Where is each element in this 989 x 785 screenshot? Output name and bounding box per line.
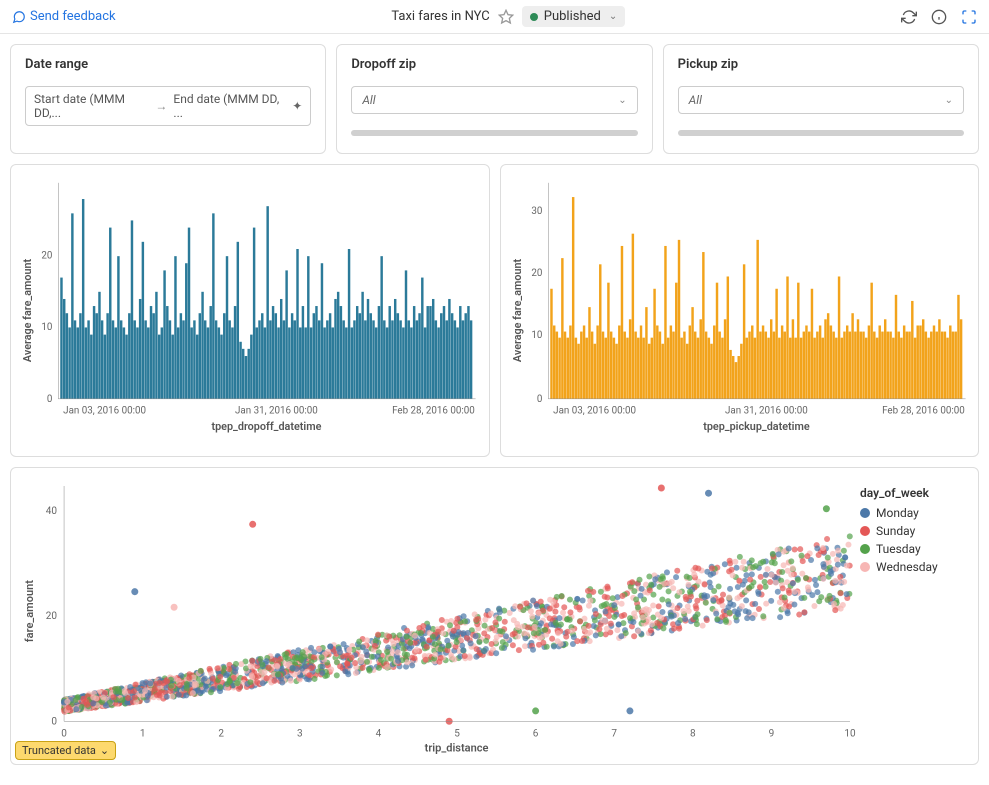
filter-scrubber[interactable] [351,130,637,136]
ytick: 40 [46,506,58,517]
bar-chart-svg: 0 10 20 Average fare_amount Jan 03, 2016… [19,173,481,448]
end-date-placeholder: End date (MMM DD, ... [173,92,286,120]
svg-text:8: 8 [690,728,696,739]
xtick: Jan 03, 2016 00:00 [63,406,146,417]
ytick: 10 [531,330,542,341]
x-axis-label: tpep_dropoff_datetime [211,420,321,433]
send-feedback-link[interactable]: Send feedback [12,9,116,24]
chart-scatter: 0 20 40 fare_amount 0 1 2 3 4 5 6 7 8 9 10 trip_di… [10,467,979,765]
bar-charts-row: 0 10 20 Average fare_amount Jan 03, 2016… [0,164,989,467]
legend-item[interactable]: Sunday [860,524,970,538]
arrow-right-icon: → [155,99,167,113]
filter-pickup-zip: Pickup zip All ⌄ [663,44,979,154]
date-range-input[interactable]: Start date (MMM DD,... → End date (MMM D… [25,86,311,126]
legend-label: Sunday [876,524,915,538]
xtick: Feb 28, 2016 00:00 [882,406,965,417]
svg-text:6: 6 [533,728,539,739]
sparkle-icon[interactable]: ✦ [292,99,302,113]
legend-dot-icon [860,562,870,572]
filter-label: Dropoff zip [351,57,637,72]
comment-icon [12,10,26,24]
legend-dot-icon [860,526,870,536]
svg-text:1: 1 [140,728,146,739]
legend-item[interactable]: Tuesday [860,542,970,556]
svg-text:10: 10 [844,728,856,739]
chevron-down-icon: ⌄ [945,95,953,106]
chart-pickup: 0 10 20 30 Average fare_amount Jan 03, 2… [500,164,980,457]
y-axis-label: Average fare_amount [510,258,523,362]
svg-text:7: 7 [611,728,617,739]
filters-row: Date range Start date (MMM DD,... → End … [0,34,989,164]
x-axis-label: trip_distance [425,741,489,754]
select-value: All [689,93,702,107]
info-icon[interactable] [931,9,947,25]
svg-text:5: 5 [454,728,460,739]
topbar: Send feedback Taxi fares in NYC Publishe… [0,0,989,34]
star-icon[interactable] [498,9,514,25]
svg-text:0: 0 [61,728,67,739]
select-value: All [362,93,375,107]
filter-date-range: Date range Start date (MMM DD,... → End … [10,44,326,154]
filter-label: Pickup zip [678,57,964,72]
filter-label: Date range [25,57,311,72]
xtick: Feb 28, 2016 00:00 [392,406,475,417]
filter-scrubber[interactable] [678,130,964,136]
ytick: 0 [51,716,57,727]
legend-label: Monday [876,506,919,520]
chevron-down-icon: ⌄ [100,744,109,757]
page-title: Taxi fares in NYC [391,9,489,24]
legend-label: Wednesday [876,560,938,574]
x-axis-label: tpep_pickup_datetime [703,420,810,433]
ytick: 20 [46,611,58,622]
legend-label: Tuesday [876,542,921,556]
publish-status-pill[interactable]: Published ⌄ [522,6,625,27]
chevron-down-icon: ⌄ [609,11,617,22]
xtick: Jan 31, 2016 00:00 [725,406,808,417]
legend-title: day_of_week [860,486,970,500]
dropoff-zip-select[interactable]: All ⌄ [351,86,637,114]
ytick: 30 [531,206,542,217]
start-date-placeholder: Start date (MMM DD,... [34,92,149,120]
title-group: Taxi fares in NYC Published ⌄ [391,6,625,27]
svg-text:9: 9 [769,728,775,739]
ytick: 20 [41,250,52,261]
legend-item[interactable]: Wednesday [860,560,970,574]
fullscreen-icon[interactable] [961,9,977,25]
status-dot-icon [530,13,538,21]
ytick: 0 [47,394,53,405]
legend-dot-icon [860,544,870,554]
refresh-icon[interactable] [901,9,917,25]
y-axis-label: Average fare_amount [21,258,34,362]
pickup-zip-select[interactable]: All ⌄ [678,86,964,114]
bar-chart-svg: 0 10 20 30 Average fare_amount Jan 03, 2… [509,173,971,448]
chart-dropoff: 0 10 20 Average fare_amount Jan 03, 2016… [10,164,490,457]
chevron-down-icon: ⌄ [618,95,626,106]
ytick: 10 [41,322,52,333]
legend-dot-icon [860,508,870,518]
svg-text:3: 3 [297,728,303,739]
xtick: Jan 31, 2016 00:00 [235,406,318,417]
scatter-svg: 0 20 40 fare_amount 0 1 2 3 4 5 6 7 8 9 10 trip_di… [19,476,860,756]
feedback-label: Send feedback [30,9,116,24]
svg-text:2: 2 [218,728,224,739]
truncated-data-badge[interactable]: Truncated data ⌄ [15,741,116,760]
status-label: Published [544,9,601,24]
y-axis-label: fare_amount [23,580,36,642]
ytick: 0 [536,394,542,405]
legend-item[interactable]: Monday [860,506,970,520]
truncated-label: Truncated data [22,744,96,757]
top-actions [901,9,977,25]
filter-dropoff-zip: Dropoff zip All ⌄ [336,44,652,154]
svg-text:4: 4 [376,728,382,739]
scatter-legend: day_of_week Monday Sunday Tuesday Wednesday [860,476,970,756]
ytick: 20 [531,268,542,279]
xtick: Jan 03, 2016 00:00 [553,406,636,417]
